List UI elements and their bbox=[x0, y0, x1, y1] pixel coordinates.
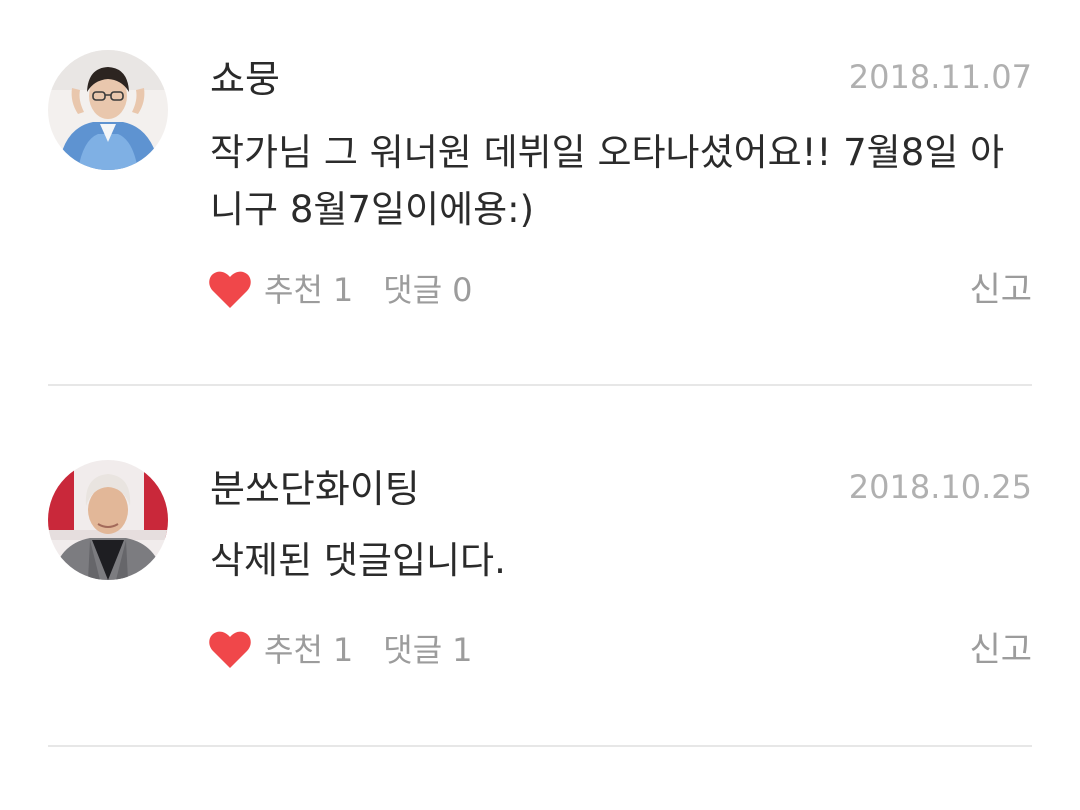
heart-icon bbox=[209, 631, 251, 668]
comment-actions: 추천 1 댓글 1 bbox=[208, 628, 473, 672]
like-label: 추천 bbox=[264, 271, 323, 309]
heart-icon bbox=[209, 271, 251, 308]
reply-count: 0 bbox=[452, 271, 473, 309]
comment-text: 삭제된 댓글입니다. bbox=[210, 539, 506, 582]
avatar-photo bbox=[48, 50, 168, 170]
like-button[interactable]: 추천 1 bbox=[208, 628, 353, 672]
like-count: 1 bbox=[332, 631, 354, 669]
reply-button[interactable]: 댓글 1 bbox=[383, 628, 472, 672]
username[interactable]: 쇼뭉 bbox=[210, 55, 280, 103]
divider bbox=[48, 745, 1032, 747]
comment-text: 작가님 그 워너원 데뷔일 오타나셨어요!! 7월8일 아니구 8월7일이에용:… bbox=[210, 131, 1005, 231]
reply-count: 1 bbox=[452, 631, 473, 669]
avatar[interactable] bbox=[48, 50, 168, 170]
reply-label: 댓글 bbox=[383, 271, 443, 309]
comment-actions: 추천 1 댓글 0 bbox=[208, 268, 473, 312]
comment-item: 쇼뭉 2018.11.07 작가님 그 워너원 데뷔일 오타나셨어요!! 7월8… bbox=[0, 0, 1080, 386]
like-label: 추천 bbox=[264, 631, 323, 669]
report-button[interactable]: 신고 bbox=[969, 628, 1032, 672]
report-button[interactable]: 신고 bbox=[969, 268, 1032, 312]
username[interactable]: 분쏘단화이팅 bbox=[210, 465, 420, 513]
comment-item: 분쏘단화이팅 2018.10.25 삭제된 댓글입니다. 추천 1 댓글 1 신… bbox=[0, 388, 1080, 748]
reply-button[interactable]: 댓글 0 bbox=[383, 268, 472, 312]
like-button[interactable]: 추천 1 bbox=[208, 268, 353, 312]
comment-date: 2018.10.25 bbox=[848, 468, 1032, 506]
like-count: 1 bbox=[332, 271, 354, 309]
comment-date: 2018.11.07 bbox=[848, 58, 1032, 96]
reply-label: 댓글 bbox=[383, 631, 443, 669]
divider bbox=[48, 384, 1032, 386]
avatar[interactable] bbox=[48, 460, 168, 580]
avatar-photo bbox=[48, 460, 168, 580]
